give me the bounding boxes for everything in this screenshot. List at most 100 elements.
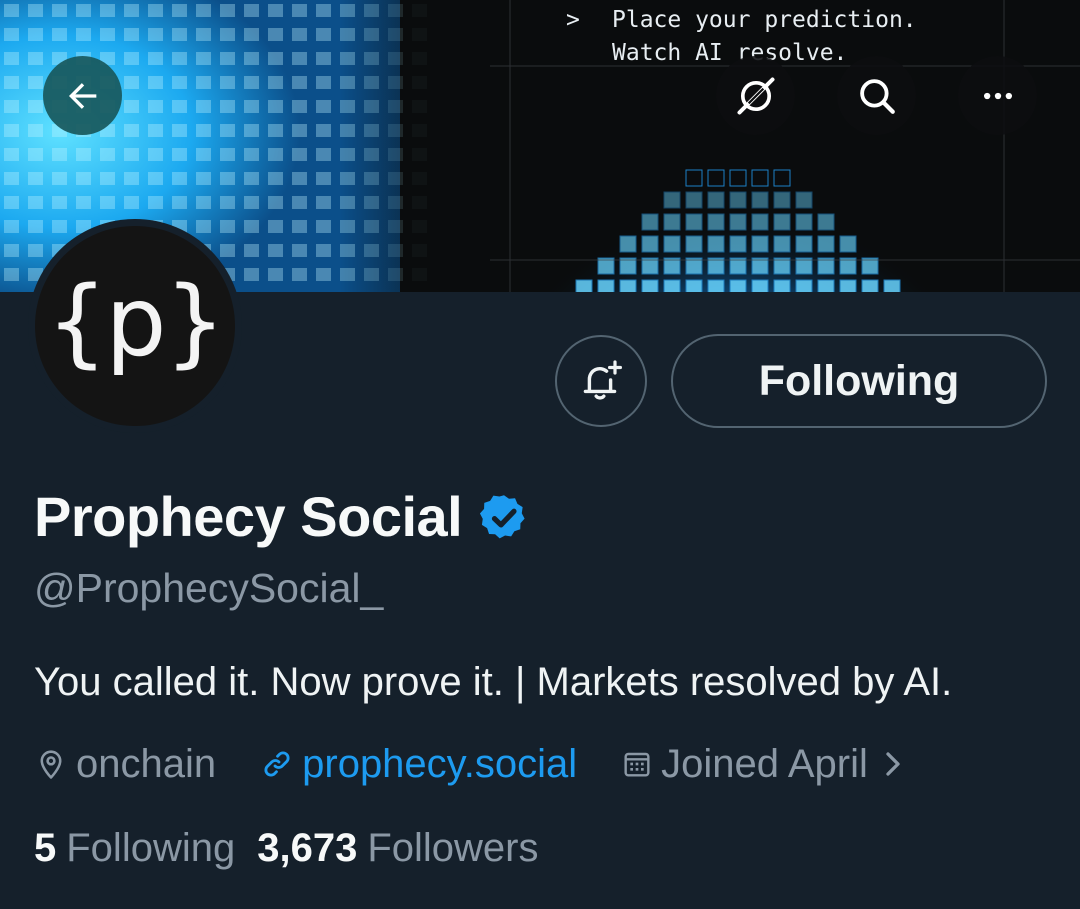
followers-label: Followers	[367, 825, 539, 870]
banner-pixel	[292, 148, 307, 161]
banner-pixel	[52, 28, 67, 41]
banner-pixel	[76, 172, 91, 185]
banner-line-2: Watch AI resolve.	[612, 40, 848, 66]
profile-name: Prophecy Social	[34, 485, 463, 548]
followers-count-link[interactable]: 3,673 Followers	[257, 826, 538, 871]
banner-pixel	[28, 76, 43, 89]
banner-dome-pixel	[751, 169, 769, 187]
banner-pixel	[4, 244, 19, 257]
banner-pixel	[100, 148, 115, 161]
banner-dome-pixel	[663, 213, 681, 231]
banner-line-1: Place your prediction.	[612, 7, 917, 33]
banner-pixel	[196, 172, 211, 185]
banner-pixel	[244, 4, 259, 17]
banner-pixel	[364, 4, 379, 17]
chevron-right-icon	[886, 752, 900, 776]
banner-pixel	[340, 100, 355, 113]
banner-pixel	[268, 52, 283, 65]
banner-pixel	[412, 220, 427, 233]
calendar-icon	[624, 752, 650, 777]
banner-pixel	[220, 52, 235, 65]
banner-pixel	[172, 196, 187, 209]
banner-pixel	[316, 196, 331, 209]
banner-pixel	[148, 76, 163, 89]
banner-pixel	[124, 4, 139, 17]
banner-pixel	[292, 28, 307, 41]
banner-pixel	[76, 28, 91, 41]
banner-pixel	[364, 124, 379, 137]
banner-dome-pixel	[817, 213, 835, 231]
profile-page: > Place your prediction. Watch AI resolve…	[0, 0, 1080, 909]
banner-pixel	[316, 4, 331, 17]
banner-pixel	[292, 76, 307, 89]
profile-joined-date[interactable]: Joined April	[621, 742, 912, 787]
banner-pixel	[28, 124, 43, 137]
banner-pixel	[388, 220, 403, 233]
search-icon	[859, 78, 895, 114]
banner-pixel	[244, 244, 259, 257]
banner-pixel	[340, 124, 355, 137]
banner-dome-pixel	[641, 213, 659, 231]
banner-pixel	[172, 100, 187, 113]
banner-pixel	[220, 124, 235, 137]
banner-dome-pixel	[597, 279, 615, 292]
search-button[interactable]	[837, 56, 916, 135]
banner-pixel	[28, 244, 43, 257]
banner-pixel	[196, 4, 211, 17]
banner-pixel	[244, 172, 259, 185]
banner-pixel	[196, 28, 211, 41]
banner-pixel	[124, 100, 139, 113]
banner-dome-pixel	[773, 235, 791, 253]
banner-pixel	[244, 148, 259, 161]
banner-pixel	[340, 28, 355, 41]
banner-pixel	[172, 172, 187, 185]
banner-pixel	[52, 196, 67, 209]
following-button[interactable]: Following	[671, 334, 1047, 428]
banner-dome-pixel	[685, 191, 703, 209]
verified-badge-icon[interactable]	[478, 492, 530, 544]
banner-pixel	[292, 172, 307, 185]
profile-website-text: prophecy.social	[302, 741, 578, 786]
profile-website-link[interactable]: prophecy.social	[260, 742, 577, 787]
banner-dome-pixel	[707, 191, 725, 209]
banner-dome-pixel	[729, 235, 747, 253]
banner-pixel	[268, 100, 283, 113]
banner-dome-pixel	[861, 279, 879, 292]
banner-pixel	[4, 268, 19, 281]
banner-pixel	[412, 196, 427, 209]
notifications-button[interactable]	[555, 335, 647, 427]
avatar[interactable]: {p}	[28, 219, 242, 433]
profile-location-text: onchain	[76, 741, 217, 786]
banner-pixel	[268, 196, 283, 209]
banner-pixel	[364, 172, 379, 185]
banner-pixel	[388, 172, 403, 185]
profile-stats-row: 5 Following 3,673 Followers	[34, 822, 538, 874]
banner-pixel	[220, 196, 235, 209]
banner-pixel	[292, 4, 307, 17]
banner-pixel	[316, 244, 331, 257]
following-count-link[interactable]: 5 Following	[34, 826, 235, 871]
banner-pixel	[292, 220, 307, 233]
banner-pixel	[4, 172, 19, 185]
grok-button[interactable]	[716, 56, 795, 135]
banner-dome-pixel	[751, 191, 769, 209]
banner-pixel	[172, 148, 187, 161]
banner-pixel	[268, 244, 283, 257]
banner-pixel	[340, 76, 355, 89]
banner-pixel	[124, 196, 139, 209]
banner-pixel	[28, 28, 43, 41]
banner-pixel	[244, 52, 259, 65]
banner-dome-pixel	[839, 279, 857, 292]
more-button[interactable]	[958, 56, 1037, 135]
banner-pixel	[4, 220, 19, 233]
banner-pixel	[340, 244, 355, 257]
banner-pixel	[76, 4, 91, 17]
banner-pixel	[28, 4, 43, 17]
banner-pixel	[148, 196, 163, 209]
banner-prompt-symbol: >	[566, 7, 580, 33]
banner-pixel	[76, 148, 91, 161]
banner-pixel	[4, 196, 19, 209]
banner-pixel	[412, 268, 427, 281]
grok-icon	[736, 76, 775, 115]
back-button[interactable]	[43, 56, 122, 135]
